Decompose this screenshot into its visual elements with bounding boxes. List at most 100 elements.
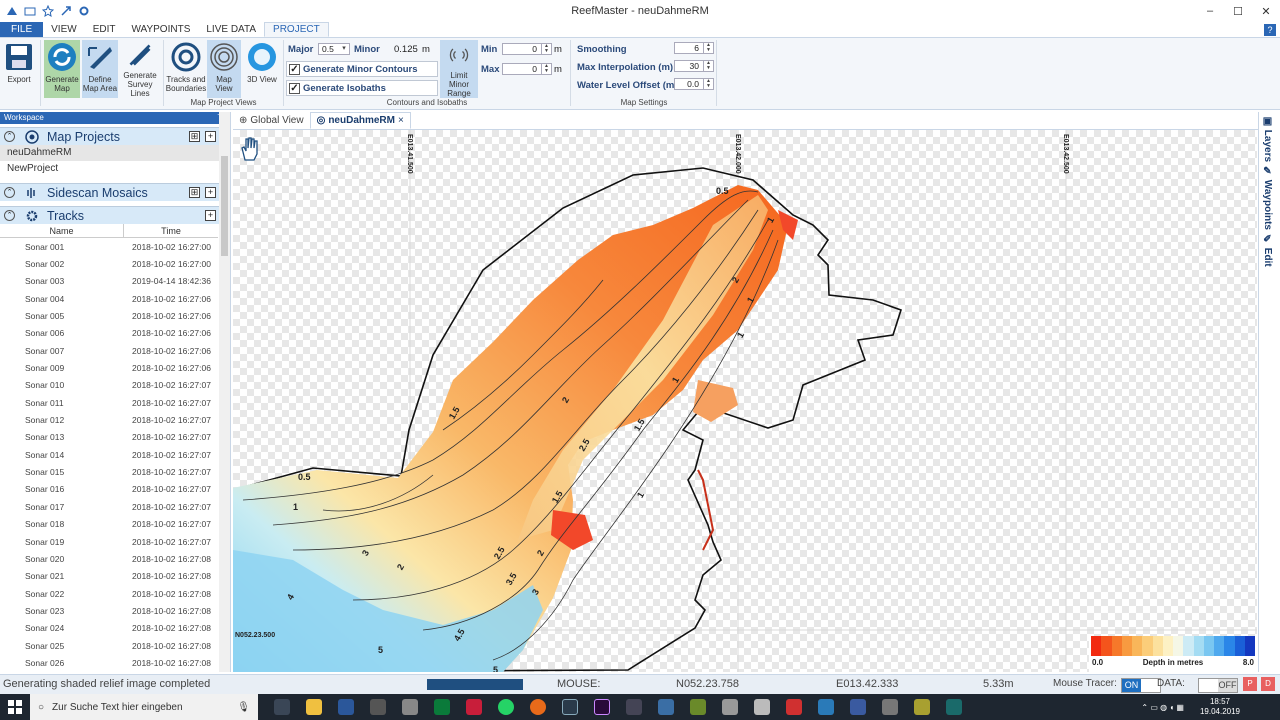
- pan-hand-icon[interactable]: [239, 136, 261, 162]
- file-explorer-icon[interactable]: [306, 699, 322, 715]
- generate-minor-contours-checkbox[interactable]: ✓ Generate Minor Contours: [286, 61, 438, 77]
- reefmaster-icon[interactable]: [818, 699, 834, 715]
- record-d-button[interactable]: D: [1261, 677, 1275, 691]
- clock[interactable]: 18:57 19.04.2019: [1200, 697, 1240, 717]
- app-icon[interactable]: [690, 699, 706, 715]
- table-row[interactable]: Sonar 009 2018-10-02 16:27:06: [0, 359, 218, 376]
- table-row[interactable]: Sonar 024 2018-10-02 16:27:08: [0, 620, 218, 637]
- column-header-time[interactable]: Time: [124, 224, 218, 237]
- table-row[interactable]: Sonar 026 2018-10-02 16:27:08: [0, 654, 218, 671]
- taskbar-search[interactable]: ○ Zur Suche Text hier eingeben 🎙: [30, 694, 258, 720]
- add-mosaic-icon[interactable]: +: [205, 187, 216, 198]
- generate-survey-lines-button[interactable]: Generate Survey Lines: [120, 40, 160, 98]
- add-project-icon[interactable]: +: [205, 131, 216, 142]
- collapse-icon[interactable]: ⌃: [4, 131, 15, 142]
- whatsapp-icon[interactable]: [498, 699, 514, 715]
- column-header-name[interactable]: Name: [0, 224, 124, 237]
- app-icon[interactable]: [754, 699, 770, 715]
- table-row[interactable]: Sonar 007 2018-10-02 16:27:06: [0, 342, 218, 359]
- pdf-icon[interactable]: [786, 699, 802, 715]
- sidescan-section[interactable]: ⌃ Sidescan Mosaics ⊞ +: [0, 183, 230, 201]
- table-row[interactable]: Sonar 003 2019-04-14 18:42:36: [0, 273, 218, 290]
- download-icon[interactable]: [658, 699, 674, 715]
- generate-isobaths-checkbox[interactable]: ✓ Generate Isobaths: [286, 80, 438, 96]
- menu-view[interactable]: VIEW: [43, 22, 85, 37]
- table-row[interactable]: Sonar 011 2018-10-02 16:27:07: [0, 394, 218, 411]
- menu-live-data[interactable]: LIVE DATA: [198, 22, 264, 37]
- table-row[interactable]: Sonar 006 2018-10-02 16:27:06: [0, 325, 218, 342]
- max-interpolation-input[interactable]: 30 ▲ ▼: [674, 60, 714, 72]
- table-row[interactable]: Sonar 005 2018-10-02 16:27:06: [0, 307, 218, 324]
- collapse-icon[interactable]: ⌃: [4, 210, 15, 221]
- app-icon[interactable]: [466, 699, 482, 715]
- map-canvas[interactable]: 0.5 1 2 1 1 1 1.5 2 2.5 1.5 1 1.5 0.5 1 3 2 2 2.5 3.5 3 4 5 4.…: [233, 130, 1257, 672]
- tracks-boundaries-button[interactable]: Tracks and Boundaries: [166, 40, 206, 98]
- app-icon[interactable]: [850, 699, 866, 715]
- app-icon[interactable]: [914, 699, 930, 715]
- table-row[interactable]: Sonar 016 2018-10-02 16:27:07: [0, 481, 218, 498]
- tray-icons[interactable]: ⌃ ▭ ◍ ◖ ▦: [1141, 703, 1184, 712]
- depth-map[interactable]: [233, 130, 1257, 672]
- table-row[interactable]: Sonar 004 2018-10-02 16:27:06: [0, 290, 218, 307]
- scroll-thumb[interactable]: [221, 156, 228, 256]
- project-item[interactable]: neuDahmeRM: [0, 145, 230, 161]
- side-tab-edit[interactable]: ✐ Edit: [1262, 234, 1273, 267]
- premiere-icon[interactable]: [594, 699, 610, 715]
- tracks-section[interactable]: ⌃ Tracks +: [0, 206, 230, 224]
- table-row[interactable]: Sonar 014 2018-10-02 16:27:07: [0, 446, 218, 463]
- table-row[interactable]: Sonar 012 2018-10-02 16:27:07: [0, 411, 218, 428]
- app-icon[interactable]: [402, 699, 418, 715]
- tab-project[interactable]: ◎ neuDahmeRM ×: [309, 112, 411, 129]
- star-icon[interactable]: [42, 5, 54, 17]
- workspace-scrollbar[interactable]: [219, 112, 230, 672]
- menu-project[interactable]: PROJECT: [264, 22, 329, 37]
- max-input[interactable]: 0 ▲ ▼: [502, 63, 552, 75]
- mouse-tracer-toggle[interactable]: ON: [1121, 678, 1161, 693]
- side-tab-layers[interactable]: ▣ Layers: [1262, 116, 1273, 162]
- table-row[interactable]: Sonar 025 2018-10-02 16:27:08: [0, 637, 218, 654]
- lightroom-icon[interactable]: [562, 699, 578, 715]
- table-row[interactable]: Sonar 010 2018-10-02 16:27:07: [0, 377, 218, 394]
- tab-close-icon[interactable]: ×: [398, 115, 404, 126]
- expand-all-icon[interactable]: ⊞: [189, 131, 200, 142]
- 3d-view-button[interactable]: 3D View: [244, 40, 280, 98]
- table-row[interactable]: Sonar 023 2018-10-02 16:27:08: [0, 602, 218, 619]
- app-icon[interactable]: [946, 699, 962, 715]
- table-row[interactable]: Sonar 002 2018-10-02 16:27:00: [0, 255, 218, 272]
- major-select[interactable]: 0.5 ▾: [318, 43, 350, 55]
- generate-map-button[interactable]: Generate Map: [44, 40, 80, 98]
- define-map-area-button[interactable]: Define Map Area: [82, 40, 118, 98]
- open-folder-icon[interactable]: [24, 5, 36, 17]
- menu-file[interactable]: FILE: [0, 22, 44, 37]
- settings-gear-icon[interactable]: [78, 5, 90, 17]
- word-icon[interactable]: [338, 699, 354, 715]
- data-toggle[interactable]: OFF: [1198, 678, 1238, 693]
- menu-edit[interactable]: EDIT: [85, 22, 124, 37]
- min-input[interactable]: 0 ▲ ▼: [502, 43, 552, 55]
- task-view-icon[interactable]: [274, 699, 290, 715]
- table-row[interactable]: Sonar 020 2018-10-02 16:27:08: [0, 550, 218, 567]
- side-tab-waypoints[interactable]: ✎ Waypoints: [1262, 166, 1273, 230]
- menu-waypoints[interactable]: WAYPOINTS: [123, 22, 198, 37]
- table-row[interactable]: Sonar 021 2018-10-02 16:27:08: [0, 568, 218, 585]
- record-p-button[interactable]: P: [1243, 677, 1257, 691]
- arrows-icon[interactable]: [60, 5, 72, 17]
- camera-icon[interactable]: [882, 699, 898, 715]
- table-row[interactable]: Sonar 015 2018-10-02 16:27:07: [0, 463, 218, 480]
- app-icon[interactable]: [626, 699, 642, 715]
- app-icon[interactable]: [370, 699, 386, 715]
- windows-start-icon[interactable]: [8, 700, 22, 714]
- table-row[interactable]: Sonar 019 2018-10-02 16:27:07: [0, 533, 218, 550]
- smoothing-input[interactable]: 6 ▲ ▼: [674, 42, 714, 54]
- table-row[interactable]: Sonar 017 2018-10-02 16:27:07: [0, 498, 218, 515]
- maximize-button[interactable]: ☐: [1224, 0, 1252, 22]
- map-projects-section[interactable]: ⌃ Map Projects ⊞ +: [0, 127, 230, 145]
- collapse-icon[interactable]: ⌃: [4, 187, 15, 198]
- table-row[interactable]: Sonar 013 2018-10-02 16:27:07: [0, 429, 218, 446]
- microphone-icon[interactable]: 🎙: [237, 702, 250, 713]
- map-view-button[interactable]: Map View: [207, 40, 241, 98]
- minimize-button[interactable]: –: [1196, 0, 1224, 22]
- table-row[interactable]: Sonar 001 2018-10-02 16:27:00: [0, 238, 218, 255]
- water-level-offset-input[interactable]: 0.0 ▲ ▼: [674, 78, 714, 90]
- project-item[interactable]: NewProject: [0, 161, 230, 177]
